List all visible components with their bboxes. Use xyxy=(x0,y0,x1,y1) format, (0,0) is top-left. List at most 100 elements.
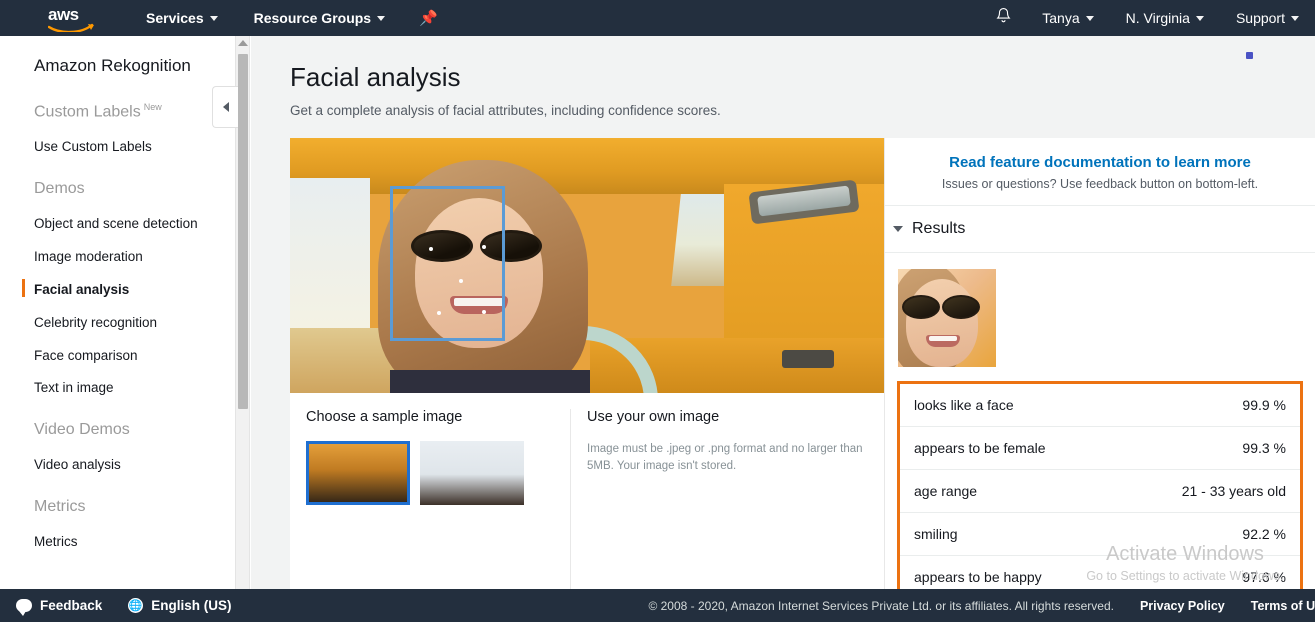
face-thumb-sunglasses xyxy=(902,295,980,319)
nav-region-menu[interactable]: N. Virginia xyxy=(1110,0,1220,36)
sidebar-item-video-analysis[interactable]: Video analysis xyxy=(34,449,235,482)
privacy-policy-link[interactable]: Privacy Policy xyxy=(1140,599,1225,613)
sidebar-item-object-and-scene-detection[interactable]: Object and scene detection xyxy=(34,208,235,241)
bell-icon[interactable] xyxy=(981,7,1026,30)
feedback-hint-text: Issues or questions? Use feedback button… xyxy=(885,177,1315,206)
sidebar-collapse-button[interactable] xyxy=(212,86,238,128)
landmark-left-eye xyxy=(429,247,433,251)
sidebar-item-face-comparison[interactable]: Face comparison xyxy=(34,340,235,373)
nav-right-group: Tanya N. Virginia Support xyxy=(981,0,1315,36)
nav-support-label: Support xyxy=(1235,10,1285,26)
aws-swoosh-icon xyxy=(48,23,94,32)
sidebar-content: Amazon Rekognition Custom Labels New Use … xyxy=(0,36,235,559)
own-image-section: Use your own image Image must be .jpeg o… xyxy=(570,409,884,589)
attribute-label: looks like a face xyxy=(914,397,1014,413)
face-thumb-lens-right xyxy=(942,295,980,319)
chevron-down-icon xyxy=(1195,15,1204,21)
nav-support-menu[interactable]: Support xyxy=(1220,0,1315,36)
photo-air-vent xyxy=(782,350,834,368)
sidebar-item-text-in-image[interactable]: Text in image xyxy=(34,372,235,405)
sample-thumbnail-1[interactable] xyxy=(306,441,410,505)
chevron-left-icon xyxy=(222,102,229,112)
sidebar: Amazon Rekognition Custom Labels New Use … xyxy=(0,36,236,589)
attribute-label: smiling xyxy=(914,526,958,542)
results-section-label: Results xyxy=(912,220,966,237)
attribute-value: 92.2 % xyxy=(1242,526,1286,542)
sidebar-item-image-moderation[interactable]: Image moderation xyxy=(34,241,235,274)
terms-of-use-link[interactable]: Terms of Use xyxy=(1251,599,1315,613)
pin-icon[interactable]: 📌 xyxy=(419,9,438,27)
sample-image-section: Choose a sample image xyxy=(290,409,570,589)
table-row: smiling 92.2 % xyxy=(900,513,1300,556)
landmark-mouth-right xyxy=(482,310,486,314)
attribute-value: 99.9 % xyxy=(1242,397,1286,413)
sidebar-group-video-demos: Video Demos xyxy=(34,421,130,439)
attribute-value: 21 - 33 years old xyxy=(1181,483,1286,499)
photo-subject-torso xyxy=(390,370,590,393)
attribute-label: appears to be female xyxy=(914,440,1046,456)
sidebar-service-title[interactable]: Amazon Rekognition xyxy=(34,56,235,76)
language-selector[interactable]: 🌐 English (US) xyxy=(128,598,232,613)
sidebar-item-celebrity-recognition[interactable]: Celebrity recognition xyxy=(34,307,235,340)
aws-logo[interactable]: aws xyxy=(48,5,100,32)
results-section-header[interactable]: Results xyxy=(885,206,1315,253)
sidebar-item-metrics[interactable]: Metrics xyxy=(34,526,235,559)
language-label: English (US) xyxy=(151,598,232,613)
landmark-right-eye xyxy=(482,245,486,249)
globe-icon: 🌐 xyxy=(128,598,144,613)
detected-face-thumbnail[interactable] xyxy=(898,269,996,367)
feedback-button[interactable]: Feedback xyxy=(16,598,103,616)
nav-user-menu[interactable]: Tanya xyxy=(1026,0,1109,36)
bell-glyph xyxy=(996,7,1011,22)
sidebar-group-custom-labels: Custom Labels New xyxy=(34,102,235,121)
nav-resource-groups-menu[interactable]: Resource Groups xyxy=(242,0,397,36)
nav-user-label: Tanya xyxy=(1042,10,1080,26)
sidebar-group-label: Custom Labels xyxy=(34,103,141,121)
sample-section-title: Choose a sample image xyxy=(306,409,463,425)
attribute-value: 99.3 % xyxy=(1242,440,1286,456)
own-image-title: Use your own image xyxy=(587,409,720,425)
main-content: Facial analysis Get a complete analysis … xyxy=(251,36,1315,589)
face-thumb-face xyxy=(906,279,978,367)
table-row: age range 21 - 33 years old xyxy=(900,470,1300,513)
sample-thumbnail-2-image xyxy=(420,441,524,505)
new-badge: New xyxy=(143,102,162,112)
nav-resource-groups-label: Resource Groups xyxy=(253,10,372,26)
table-row: appears to be female 99.3 % xyxy=(900,427,1300,470)
sample-thumbnail-1-image xyxy=(306,441,410,505)
scrollbar-thumb[interactable] xyxy=(238,54,248,409)
face-thumb-lens-left xyxy=(902,295,940,319)
image-selection-footer: Choose a sample image Use your own image… xyxy=(290,393,884,589)
sidebar-group-demos: Demos xyxy=(34,180,85,198)
sidebar-item-facial-analysis[interactable]: Facial analysis xyxy=(22,274,235,307)
copyright-text: © 2008 - 2020, Amazon Internet Services … xyxy=(648,598,1114,613)
chevron-down-icon xyxy=(209,15,218,21)
face-bounding-box xyxy=(390,186,505,341)
face-thumb-teeth xyxy=(929,336,957,341)
sample-thumbnail-2[interactable] xyxy=(420,441,524,505)
results-attributes-table: looks like a face 99.9 % appears to be f… xyxy=(897,381,1303,589)
analyzed-photo[interactable] xyxy=(290,138,884,393)
scroll-up-arrow-icon[interactable] xyxy=(237,40,248,46)
speech-bubble-icon xyxy=(16,599,32,616)
nav-services-menu[interactable]: Services xyxy=(134,0,230,36)
photo-left-window xyxy=(290,178,370,328)
feedback-label: Feedback xyxy=(40,598,103,613)
chevron-down-icon xyxy=(1291,15,1299,21)
sidebar-scrollbar[interactable] xyxy=(236,36,250,589)
attribute-label: age range xyxy=(914,483,978,499)
table-row: appears to be happy 97.6 % xyxy=(900,556,1300,589)
landmark-mouth-left xyxy=(437,311,441,315)
chevron-down-icon xyxy=(893,226,903,232)
attribute-value: 97.6 % xyxy=(1242,569,1286,585)
feature-documentation-link[interactable]: Read feature documentation to learn more xyxy=(885,154,1315,171)
image-panel: Choose a sample image Use your own image… xyxy=(290,138,884,589)
aws-logo-text: aws xyxy=(48,5,79,24)
sidebar-item-use-custom-labels[interactable]: Use Custom Labels xyxy=(34,131,235,164)
page-subtitle: Get a complete analysis of facial attrib… xyxy=(290,103,721,118)
page-title: Facial analysis xyxy=(290,62,461,92)
results-panel: Read feature documentation to learn more… xyxy=(884,138,1315,589)
